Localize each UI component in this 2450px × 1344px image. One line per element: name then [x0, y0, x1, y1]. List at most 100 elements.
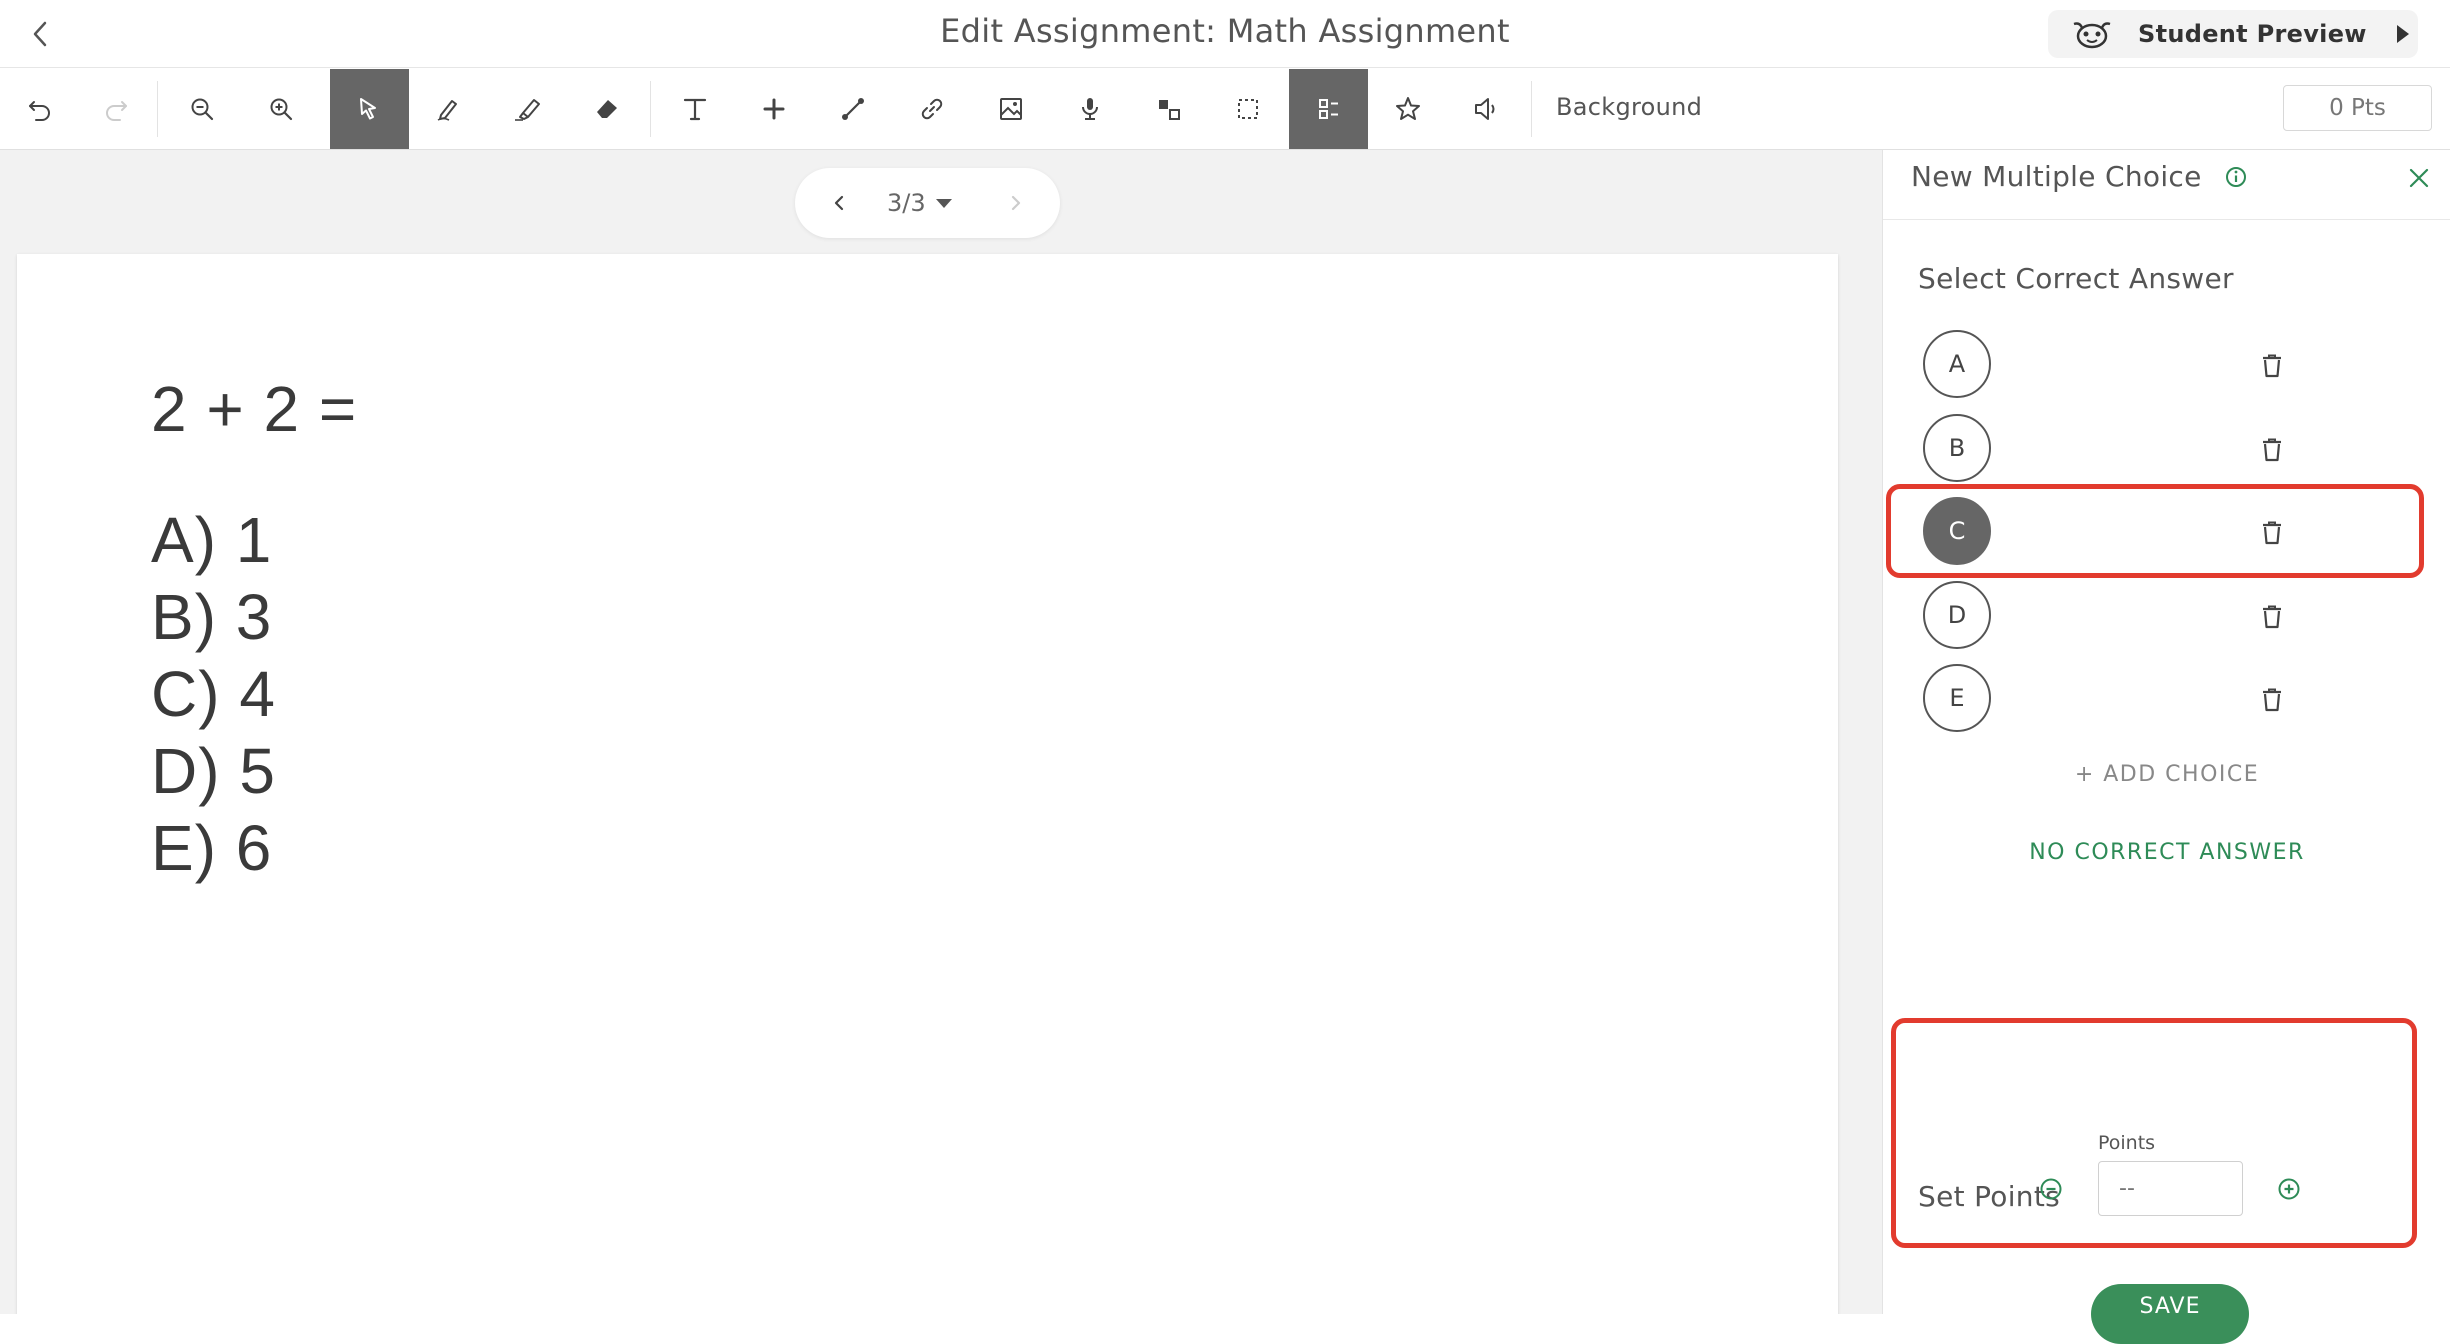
answer-option: A) 1	[151, 504, 273, 576]
choice-bubble[interactable]: D	[1923, 581, 1991, 649]
toolbar-divider	[1531, 81, 1532, 137]
decrease-points-button[interactable]	[2036, 1174, 2066, 1204]
text-to-speech-button[interactable]	[1447, 69, 1526, 149]
add-choice-button[interactable]: + ADD CHOICE	[1883, 762, 2450, 787]
link-tool-button[interactable]	[892, 69, 971, 149]
image-tool-button[interactable]	[971, 69, 1050, 149]
redo-button[interactable]	[76, 69, 155, 149]
microphone-icon	[1081, 98, 1098, 120]
close-panel-button[interactable]	[2403, 162, 2435, 194]
zoom-in-button[interactable]	[241, 69, 320, 149]
eraser-icon	[596, 100, 617, 118]
choice-bubble[interactable]: A	[1923, 330, 1991, 398]
highlighter-icon	[514, 99, 540, 121]
line-icon	[841, 98, 864, 120]
question-text: 2 + 2 =	[151, 373, 358, 445]
image-icon	[999, 98, 1022, 120]
answer-option: C) 4	[151, 658, 276, 730]
choice-bubble[interactable]: B	[1923, 414, 1991, 482]
answer-choice-c[interactable]: C	[1923, 497, 2423, 567]
star-icon	[1395, 97, 1420, 120]
select-correct-answer-title: Select Correct Answer	[1918, 262, 2234, 295]
chevron-left-icon	[834, 195, 844, 211]
previous-page-button[interactable]	[821, 185, 857, 221]
marquee-select-icon	[1237, 99, 1258, 119]
highlighter-tool-button[interactable]	[488, 69, 567, 149]
toolbar-divider	[157, 81, 158, 137]
answer-option: E) 6	[151, 812, 273, 884]
delete-choice-button[interactable]	[2252, 430, 2292, 470]
no-correct-answer-button[interactable]: NO CORRECT ANSWER	[1883, 840, 2450, 865]
page-indicator: 3/3	[887, 189, 926, 217]
trash-icon	[2263, 688, 2281, 712]
answer-choice-e[interactable]: E	[1923, 664, 2423, 734]
page-select-dropdown[interactable]: 3/3	[887, 188, 952, 218]
delete-choice-button[interactable]	[2252, 597, 2292, 637]
speaker-icon	[1474, 98, 1494, 120]
student-mascot-icon	[2073, 22, 2111, 49]
text-icon	[683, 98, 706, 121]
multiple-choice-icon	[1318, 99, 1338, 119]
next-page-button[interactable]	[998, 185, 1034, 221]
trash-icon	[2263, 605, 2281, 629]
points-input[interactable]	[2098, 1161, 2243, 1216]
plus-icon	[763, 98, 784, 120]
student-preview-label: Student Preview	[2138, 20, 2367, 48]
sticker-tool-button[interactable]	[1368, 69, 1447, 149]
select-pointer-icon	[359, 98, 376, 120]
background-button[interactable]: Background	[1556, 93, 1702, 121]
undo-button[interactable]	[0, 69, 79, 149]
caret-down-icon	[935, 198, 952, 208]
chevron-right-icon	[1011, 195, 1021, 211]
shapes-icon	[1158, 100, 1180, 120]
panel-header: New Multiple Choice	[1883, 150, 2450, 220]
save-button[interactable]: SAVE	[2091, 1284, 2249, 1344]
answer-option: B) 3	[151, 581, 273, 653]
redo-icon	[105, 101, 127, 121]
text-tool-button[interactable]	[655, 69, 734, 149]
pen-icon	[437, 100, 457, 121]
link-icon	[921, 98, 942, 120]
line-tool-button[interactable]	[813, 69, 892, 149]
select-tool-button[interactable]	[330, 69, 409, 149]
delete-choice-button[interactable]	[2252, 680, 2292, 720]
delete-choice-button[interactable]	[2252, 346, 2292, 386]
close-icon	[2409, 168, 2429, 188]
trash-icon	[2263, 521, 2281, 545]
choice-bubble-selected[interactable]: C	[1923, 497, 1991, 565]
shapes-tool-button[interactable]	[1129, 69, 1208, 149]
multiple-choice-tool-button[interactable]	[1289, 69, 1368, 149]
zoom-out-icon	[191, 98, 213, 121]
answer-option: D) 5	[151, 735, 276, 807]
trash-icon	[2263, 438, 2281, 462]
play-icon	[2396, 25, 2409, 43]
zoom-in-icon	[270, 98, 292, 121]
marquee-select-button[interactable]	[1208, 69, 1287, 149]
undo-icon	[28, 101, 50, 121]
zoom-out-button[interactable]	[162, 69, 241, 149]
add-element-button[interactable]	[734, 69, 813, 149]
trash-icon	[2263, 354, 2281, 378]
choice-bubble[interactable]: E	[1923, 664, 1991, 732]
total-points-display: 0 Pts	[2283, 85, 2432, 131]
pen-tool-button[interactable]	[409, 69, 488, 149]
canvas-area: 3/3 2 + 2 = A) 1 B) 3 C) 4 D) 5 E) 6	[0, 150, 1882, 1314]
top-bar: Edit Assignment: Math Assignment Student…	[0, 0, 2450, 68]
answer-choice-d[interactable]: D	[1923, 581, 2423, 651]
page-navigator: 3/3	[795, 168, 1060, 238]
answer-choice-b[interactable]: B	[1923, 414, 2423, 484]
panel-title: New Multiple Choice	[1911, 160, 2202, 193]
audio-record-button[interactable]	[1050, 69, 1129, 149]
increase-points-button[interactable]	[2274, 1174, 2304, 1204]
info-icon[interactable]	[2223, 164, 2249, 190]
toolbar-divider	[650, 81, 651, 137]
eraser-tool-button[interactable]	[567, 69, 646, 149]
answer-options-list: A) 1 B) 3 C) 4 D) 5 E) 6	[151, 502, 276, 887]
toolbar: Background 0 Pts	[0, 69, 2450, 150]
student-preview-button[interactable]: Student Preview	[2048, 10, 2418, 58]
plus-circle-icon	[2278, 1178, 2300, 1200]
delete-choice-button[interactable]	[2252, 513, 2292, 553]
answer-choice-a[interactable]: A	[1923, 330, 2423, 400]
points-field-label: Points	[2098, 1132, 2156, 1154]
assignment-page[interactable]: 2 + 2 = A) 1 B) 3 C) 4 D) 5 E) 6	[17, 254, 1838, 1314]
